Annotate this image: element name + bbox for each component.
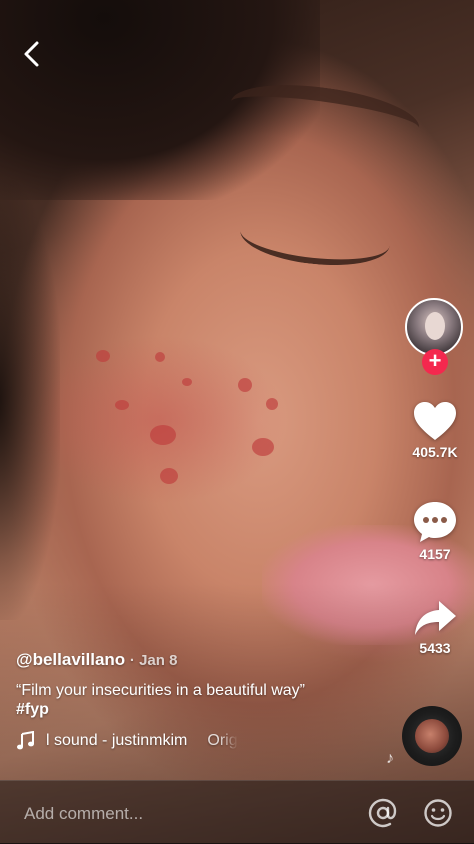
music-title-overflow: Orig bbox=[207, 732, 238, 749]
video-blemish bbox=[150, 425, 176, 445]
caption-text: “Film your insecurities in a beautiful w… bbox=[16, 682, 305, 699]
back-button[interactable] bbox=[16, 38, 48, 70]
share-arrow-icon bbox=[415, 601, 456, 635]
music-row[interactable]: l sound - justinmkim Orig bbox=[16, 731, 396, 751]
music-disc-cover bbox=[415, 719, 449, 753]
heart-icon bbox=[414, 402, 456, 440]
video-eye bbox=[237, 204, 393, 272]
video-blemish bbox=[182, 378, 192, 386]
date-separator: · bbox=[129, 652, 135, 669]
date-text: Jan 8 bbox=[139, 652, 178, 669]
music-title[interactable]: l sound - justinmkim bbox=[46, 732, 187, 750]
video-blemish bbox=[155, 352, 165, 362]
follow-button[interactable]: + bbox=[422, 349, 448, 375]
author-row: @bellavillano · Jan 8 bbox=[16, 650, 396, 670]
comment-input[interactable] bbox=[22, 801, 326, 827]
video-blemish bbox=[252, 438, 274, 456]
comment-count: 4157 bbox=[419, 546, 451, 562]
share-count: 5433 bbox=[419, 640, 451, 656]
hashtag-link[interactable]: #fyp bbox=[16, 701, 396, 719]
comment-bar bbox=[0, 780, 474, 844]
avatar-face bbox=[425, 312, 445, 340]
at-sign-icon[interactable] bbox=[368, 798, 398, 828]
video-hair-side bbox=[0, 180, 60, 620]
video-blemish bbox=[96, 350, 110, 362]
like-count: 405.7K bbox=[412, 444, 458, 460]
comment-button[interactable]: 4157 bbox=[400, 500, 470, 562]
post-date: · Jan 8 bbox=[130, 652, 178, 669]
author-handle[interactable]: @bellavillano bbox=[16, 650, 125, 669]
like-button[interactable]: 405.7K bbox=[400, 400, 470, 460]
music-disc-button[interactable] bbox=[402, 706, 462, 766]
smiley-icon[interactable] bbox=[423, 798, 453, 828]
speech-bubble-icon bbox=[414, 502, 456, 542]
music-note-icon bbox=[17, 731, 34, 750]
video-blemish bbox=[115, 400, 129, 410]
floating-music-note-icon: ♪ bbox=[386, 750, 394, 767]
chevron-left-icon bbox=[24, 41, 39, 67]
caption-area: @bellavillano · Jan 8 “Film your insecur… bbox=[16, 650, 396, 751]
video-blemish bbox=[266, 398, 278, 410]
share-button[interactable]: 5433 bbox=[400, 598, 470, 656]
video-blemish bbox=[238, 378, 252, 392]
video-blemish bbox=[160, 468, 178, 484]
